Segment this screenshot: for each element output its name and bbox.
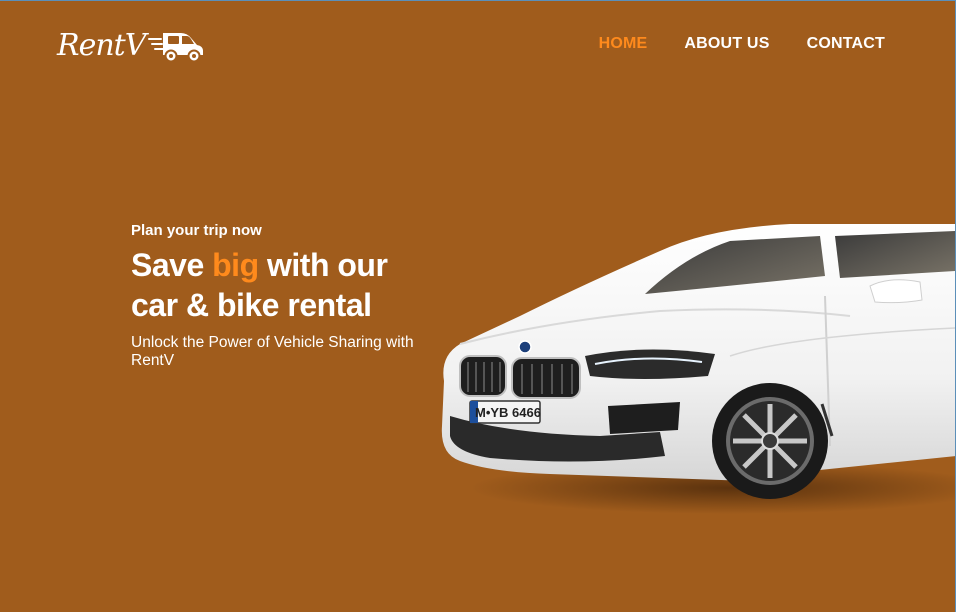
main-nav: HOME ABOUT US CONTACT bbox=[599, 35, 885, 53]
hero-eyebrow: Plan your trip now bbox=[131, 222, 262, 239]
hero-subtext: Unlock the Power of Vehicle Sharing with… bbox=[131, 334, 414, 369]
headline-accent: big bbox=[212, 247, 259, 283]
license-plate-text: M•YB 6466 bbox=[475, 405, 541, 420]
hero-headline: Save big with our car & bike rental bbox=[131, 245, 441, 325]
nav-home-link[interactable]: HOME bbox=[599, 35, 648, 53]
headline-pre: Save bbox=[131, 247, 213, 283]
nav-contact-link[interactable]: CONTACT bbox=[807, 35, 885, 53]
car-image: M•YB 6466 bbox=[441, 224, 955, 514]
logo-text: RentV bbox=[57, 27, 146, 63]
brand-logo[interactable]: RentV bbox=[57, 25, 205, 65]
hero-section: Plan your trip now Save big with our car… bbox=[131, 222, 441, 370]
van-icon bbox=[148, 33, 204, 63]
nav-about-link[interactable]: ABOUT US bbox=[684, 35, 769, 53]
page-frame: RentV HOME ABOUT US CONTACT Plan your tr… bbox=[0, 0, 956, 612]
